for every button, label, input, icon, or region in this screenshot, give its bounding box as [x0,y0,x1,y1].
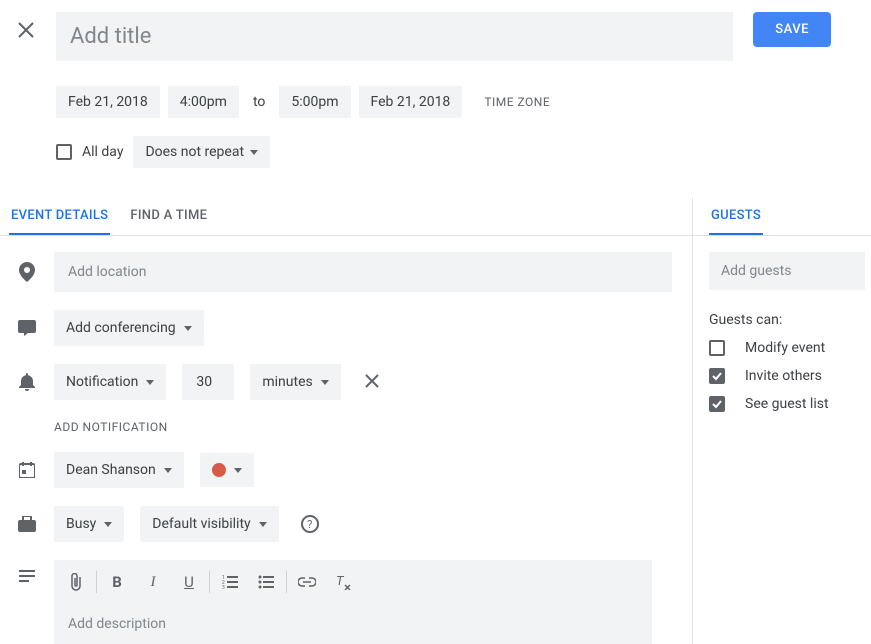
separator [96,571,97,593]
attach-button[interactable] [58,566,94,598]
see-guest-list-checkbox[interactable] [709,396,725,412]
close-icon [17,21,35,39]
ul-icon [258,575,274,589]
notification-icon [16,373,38,391]
briefcase-icon [16,516,38,532]
conferencing-icon [16,320,38,336]
underline-icon: U [184,573,194,591]
separator [286,571,287,593]
description-toolbar: B I U 123 T [54,560,652,604]
notification-type-value: Notification [66,374,138,390]
allday-label: All day [82,144,123,160]
chevron-down-icon [321,380,329,385]
numbered-list-button[interactable]: 123 [212,566,248,598]
description-input[interactable]: Add description [54,604,652,644]
guests-input[interactable] [709,252,865,290]
recurrence-dropdown[interactable]: Does not repeat [133,136,270,168]
remove-notification-button[interactable] [357,369,387,396]
see-guest-list-label: See guest list [745,396,829,412]
chevron-down-icon [164,468,172,473]
to-label: to [247,94,271,110]
location-icon [16,262,38,282]
calendar-icon [16,462,38,478]
color-swatch [212,463,226,477]
underline-button[interactable]: U [171,566,207,598]
chevron-down-icon [250,150,258,155]
chevron-down-icon [146,380,154,385]
calendar-color-dropdown[interactable] [200,453,254,487]
separator [209,571,210,593]
chevron-down-icon [184,326,192,331]
end-time-picker[interactable]: 5:00pm [279,86,350,118]
svg-text:3: 3 [222,585,225,589]
close-icon [365,374,379,388]
allday-checkbox[interactable] [56,144,72,160]
close-button[interactable] [14,18,38,42]
location-input[interactable] [54,252,672,292]
visibility-value: Default visibility [152,516,250,532]
bullet-list-button[interactable] [248,566,284,598]
link-icon [298,577,316,587]
availability-dropdown[interactable]: Busy [54,506,124,542]
calendar-owner-value: Dean Shanson [66,462,156,478]
end-date-picker[interactable]: Feb 21, 2018 [359,86,463,118]
bold-icon: B [112,573,122,591]
clear-format-icon: T [335,574,351,590]
notification-unit-dropdown[interactable]: minutes [250,364,340,400]
notification-unit-value: minutes [262,374,312,390]
calendar-owner-dropdown[interactable]: Dean Shanson [54,452,184,488]
availability-value: Busy [66,516,96,532]
notification-value-input[interactable] [182,364,234,400]
visibility-dropdown[interactable]: Default visibility [140,506,278,542]
chevron-down-icon [104,522,112,527]
title-input[interactable] [56,12,733,61]
invite-others-checkbox[interactable] [709,368,725,384]
svg-text:T: T [336,574,345,589]
conferencing-dropdown[interactable]: Add conferencing [54,310,204,346]
visibility-help-button[interactable]: ? [301,515,319,533]
tab-guests[interactable]: GUESTS [709,198,763,235]
conferencing-label: Add conferencing [66,320,176,336]
italic-button[interactable]: I [135,566,171,598]
tab-event-details[interactable]: EVENT DETAILS [9,198,110,235]
bold-button[interactable]: B [99,566,135,598]
recurrence-value: Does not repeat [145,144,244,160]
chevron-down-icon [259,522,267,527]
modify-event-label: Modify event [745,340,825,356]
save-button[interactable]: SAVE [753,12,831,47]
timezone-link[interactable]: TIME ZONE [484,95,550,109]
start-date-picker[interactable]: Feb 21, 2018 [56,86,160,118]
chevron-down-icon [234,468,242,473]
clear-format-button[interactable]: T [325,566,361,598]
description-icon [16,570,38,582]
start-time-picker[interactable]: 4:00pm [168,86,239,118]
notification-type-dropdown[interactable]: Notification [54,364,166,400]
modify-event-checkbox[interactable] [709,340,725,356]
add-notification-link[interactable]: ADD NOTIFICATION [54,420,692,434]
paperclip-icon [69,573,83,591]
italic-icon: I [151,574,156,591]
link-button[interactable] [289,566,325,598]
guests-can-label: Guests can: [709,312,871,328]
tab-find-a-time[interactable]: FIND A TIME [128,198,209,235]
invite-others-label: Invite others [745,368,822,384]
ol-icon: 123 [222,575,238,589]
